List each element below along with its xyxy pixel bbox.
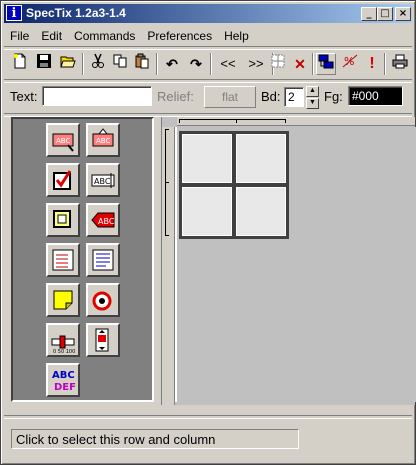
next-button[interactable]: >>	[244, 53, 268, 75]
previous-button[interactable]: <<	[216, 53, 240, 75]
print-icon[interactable]	[390, 53, 410, 75]
svg-text:ABC: ABC	[56, 137, 70, 145]
toolbar-separator	[312, 53, 314, 75]
scrollbar-widget-icon[interactable]	[86, 323, 120, 357]
text-input[interactable]	[42, 86, 152, 106]
toolbar-separator	[156, 53, 158, 75]
menu-help[interactable]: Help	[218, 27, 255, 43]
floppy-disk-icon[interactable]	[34, 53, 54, 75]
column-ruler[interactable]	[177, 117, 415, 126]
relief-label: Relief:	[157, 89, 194, 104]
svg-text:ABC: ABC	[98, 217, 115, 226]
column-bar	[179, 119, 237, 123]
label-widget-icon[interactable]: ABC	[86, 203, 120, 237]
frame-widget-icon[interactable]	[46, 203, 80, 237]
minimize-button[interactable]: _	[361, 7, 377, 21]
grid-cell[interactable]	[182, 187, 232, 236]
paste-icon[interactable]	[132, 53, 152, 75]
status-divider	[4, 415, 412, 419]
menu-bar: File Edit Commands Preferences Help	[4, 27, 255, 45]
bd-label: Bd:	[261, 89, 281, 104]
toolbar-separator	[384, 53, 386, 75]
message-widget-icon[interactable]	[86, 243, 120, 277]
svg-text:0 50 100: 0 50 100	[53, 349, 75, 353]
menu-edit[interactable]: Edit	[35, 27, 68, 43]
copy-icon[interactable]	[110, 53, 130, 75]
row-ruler[interactable]	[162, 127, 175, 405]
text-label: Text:	[10, 89, 38, 104]
relief-button[interactable]: flat	[204, 86, 256, 108]
status-bar: Click to select this row and column	[11, 429, 299, 449]
folder-open-icon[interactable]	[58, 53, 78, 75]
menu-commands[interactable]: Commands	[68, 27, 141, 43]
row-bar	[165, 129, 169, 183]
radiobutton-widget-icon[interactable]	[86, 283, 120, 317]
listbox-widget-icon[interactable]	[46, 243, 80, 277]
redo-icon[interactable]: ↷	[186, 53, 206, 75]
menu-file[interactable]: File	[4, 27, 35, 43]
grid-cell[interactable]	[236, 187, 286, 236]
grid-select-icon[interactable]	[268, 53, 288, 75]
widget-palette: ABC ABC ABC ABC 0 50 100 ABC DEF	[11, 117, 154, 402]
column-bar	[235, 119, 286, 123]
checkbutton-widget-icon[interactable]	[46, 163, 80, 197]
layout-grid[interactable]	[179, 131, 289, 239]
grid-cell[interactable]	[236, 134, 286, 183]
bd-increment-button[interactable]: ▲	[306, 86, 319, 97]
svg-text:ABC: ABC	[94, 177, 111, 186]
note-widget-icon[interactable]	[46, 283, 80, 317]
abc-text: ABC	[52, 370, 75, 381]
property-bar: Text: Relief: flat Bd: 2 ▲ ▼ Fg: #000	[6, 84, 414, 110]
fg-label: Fg:	[324, 89, 343, 104]
window-tree-icon[interactable]	[316, 53, 336, 75]
scale-widget-icon[interactable]: 0 50 100	[46, 323, 80, 357]
menu-separator	[4, 46, 412, 50]
def-text: DEF	[54, 382, 76, 393]
undo-icon[interactable]: ↶	[162, 53, 182, 75]
close-button[interactable]: ×	[395, 7, 411, 21]
bd-input[interactable]: 2	[284, 87, 304, 107]
window-title: SpecTix 1.2a3-1.4	[26, 6, 126, 20]
toolbar-divider	[4, 79, 412, 83]
button-widget-icon[interactable]: ABC	[46, 123, 80, 157]
entry-widget-icon[interactable]: ABC	[86, 163, 120, 197]
text-widget-icon[interactable]: ABC DEF	[46, 363, 80, 397]
toolbar-separator	[210, 53, 212, 75]
row-bar	[165, 181, 169, 236]
toolbar-separator	[82, 53, 84, 75]
toolbar: ↶ ↷ << >> ✕ % !	[6, 51, 414, 77]
menu-preferences[interactable]: Preferences	[141, 27, 218, 43]
spectix-window: i SpecTix 1.2a3-1.4 _ □ × File Edit Comman…	[0, 0, 416, 465]
percent-icon[interactable]: %	[340, 53, 360, 75]
grid-cell[interactable]	[182, 134, 232, 183]
bd-decrement-button[interactable]: ▼	[306, 98, 319, 109]
svg-text:ABC: ABC	[96, 137, 110, 145]
new-file-icon[interactable]	[10, 53, 30, 75]
delete-icon[interactable]: ✕	[290, 53, 310, 75]
title-bar[interactable]: i SpecTix 1.2a3-1.4 _ □ ×	[4, 4, 412, 23]
menubutton-widget-icon[interactable]: ABC	[86, 123, 120, 157]
scissors-icon[interactable]	[88, 53, 108, 75]
fg-input[interactable]: #000	[348, 86, 403, 106]
app-info-icon[interactable]: i	[6, 5, 22, 21]
maximize-button[interactable]: □	[377, 7, 393, 21]
exclamation-icon[interactable]: !	[362, 53, 382, 75]
